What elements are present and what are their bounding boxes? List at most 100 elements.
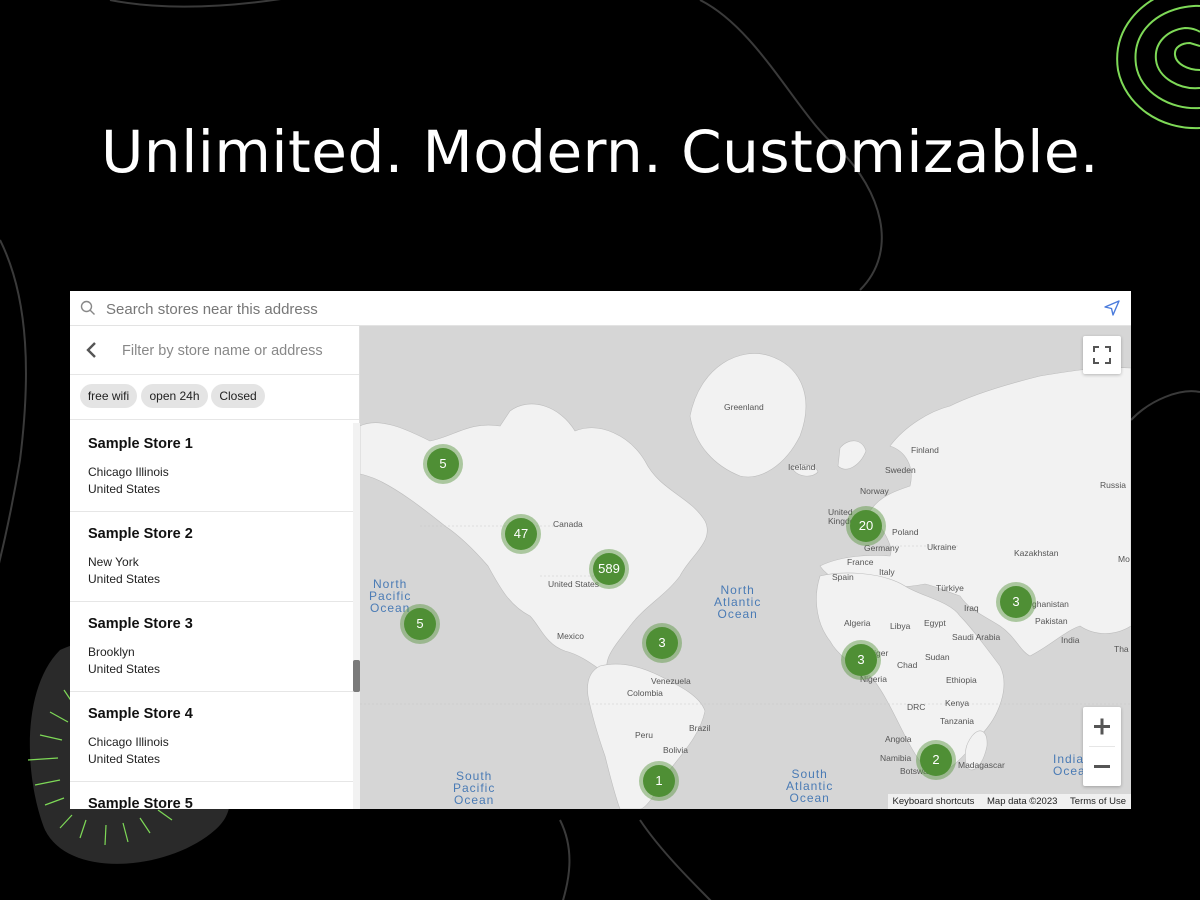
- scrollbar[interactable]: [353, 423, 360, 809]
- map-label: Poland: [892, 527, 919, 537]
- map-cluster-marker[interactable]: 3: [841, 640, 881, 680]
- map-label: Chad: [897, 660, 918, 670]
- fullscreen-icon: [1093, 346, 1111, 364]
- map-cluster-marker[interactable]: 3: [996, 582, 1036, 622]
- map-cluster-marker[interactable]: 5: [423, 444, 463, 484]
- store-name: Sample Store 1: [88, 436, 193, 452]
- map-label: Italy: [879, 567, 895, 577]
- ocean-label: South Pacific Ocean: [453, 769, 496, 807]
- map-label: Venezuela: [651, 676, 691, 686]
- filter-row: [70, 326, 359, 375]
- list-item[interactable]: Sample Store 4 Chicago Illinois United S…: [70, 693, 354, 782]
- tag-filters: free wifi open 24h Closed: [70, 374, 359, 420]
- tag-closed[interactable]: Closed: [211, 384, 265, 408]
- map-cluster-marker[interactable]: 5: [400, 604, 440, 644]
- store-name: Sample Store 3: [88, 616, 193, 632]
- map-cluster-marker[interactable]: 1: [639, 761, 679, 801]
- tag-open-24h[interactable]: open 24h: [141, 384, 208, 408]
- map-data-text: Map data ©2023: [987, 796, 1058, 807]
- chevron-left-icon[interactable]: [84, 340, 100, 360]
- ocean-label: India Ocea: [1053, 752, 1086, 778]
- map-label: Tanzania: [940, 716, 975, 726]
- cluster-count: 3: [1000, 586, 1032, 618]
- cluster-count: 3: [845, 644, 877, 676]
- store-name: Sample Store 2: [88, 526, 193, 542]
- map-label: Türkiye: [936, 583, 964, 593]
- map-label: Angola: [885, 734, 912, 744]
- map-label: Spain: [832, 572, 854, 582]
- map-label: Egypt: [924, 618, 946, 628]
- store-list-sidebar: free wifi open 24h Closed Sample Store 1…: [70, 326, 360, 809]
- zoom-in-button[interactable]: [1083, 707, 1121, 746]
- store-country: United States: [88, 662, 161, 676]
- map-label: Mo: [1118, 554, 1130, 564]
- store-city: New York: [88, 555, 139, 569]
- store-city: Chicago Illinois: [88, 735, 169, 749]
- zoom-out-button[interactable]: [1083, 747, 1121, 786]
- store-country: United States: [88, 572, 161, 586]
- cluster-count: 20: [850, 510, 882, 542]
- list-item[interactable]: Sample Store 1 Chicago Illinois United S…: [70, 423, 354, 512]
- map-label: United States: [548, 579, 600, 589]
- map-label: Libya: [890, 621, 911, 631]
- map-label: Saudi Arabia: [952, 632, 1001, 642]
- ocean-label: North Atlantic Ocean: [714, 583, 762, 621]
- ocean-label: South Atlantic Ocean: [786, 767, 834, 805]
- world-map: [360, 326, 1131, 809]
- cluster-count: 589: [593, 553, 625, 585]
- store-country: United States: [88, 752, 161, 766]
- fullscreen-button[interactable]: [1083, 336, 1121, 374]
- map-label: Greenland: [724, 402, 764, 412]
- map-label: Kenya: [945, 698, 970, 708]
- map-label: Iraq: [964, 603, 979, 613]
- tag-free-wifi[interactable]: free wifi: [80, 384, 137, 408]
- map-view[interactable]: Greenland Iceland Finland Sweden Norway …: [360, 326, 1131, 809]
- map-label: Finland: [911, 445, 939, 455]
- list-item[interactable]: Sample Store 5: [70, 783, 354, 809]
- map-label: Peru: [635, 730, 653, 740]
- cluster-count: 1: [643, 765, 675, 797]
- map-label: Tha: [1114, 644, 1129, 654]
- minus-icon: [1094, 765, 1110, 768]
- address-search-bar: [70, 291, 1131, 326]
- navigation-arrow-icon[interactable]: [1103, 299, 1121, 317]
- map-cluster-marker[interactable]: 2: [916, 740, 956, 780]
- map-label: France: [847, 557, 874, 567]
- store-city: Brooklyn: [88, 645, 135, 659]
- map-label: Sudan: [925, 652, 950, 662]
- cluster-count: 3: [646, 627, 678, 659]
- cluster-count: 47: [505, 518, 537, 550]
- address-search-input[interactable]: [104, 296, 1098, 322]
- list-item[interactable]: Sample Store 3 Brooklyn United States: [70, 603, 354, 692]
- store-filter-input[interactable]: [120, 338, 349, 364]
- map-label: Ethiopia: [946, 675, 977, 685]
- store-list: Sample Store 1 Chicago Illinois United S…: [70, 423, 354, 809]
- plus-icon: [1094, 718, 1110, 735]
- list-item[interactable]: Sample Store 2 New York United States: [70, 513, 354, 602]
- map-label: India: [1061, 635, 1080, 645]
- map-label: Russia: [1100, 480, 1126, 490]
- map-label: DRC: [907, 702, 926, 712]
- keyboard-shortcuts-link[interactable]: Keyboard shortcuts: [888, 796, 980, 807]
- map-cluster-marker[interactable]: 47: [501, 514, 541, 554]
- ocean-label: North Pacific Ocean: [369, 577, 412, 615]
- map-cluster-marker[interactable]: 3: [642, 623, 682, 663]
- map-label: Mexico: [557, 631, 584, 641]
- map-cluster-marker[interactable]: 589: [589, 549, 629, 589]
- map-label: Canada: [553, 519, 583, 529]
- scrollbar-thumb[interactable]: [353, 660, 360, 692]
- map-label: Norway: [860, 486, 889, 496]
- store-country: United States: [88, 482, 161, 496]
- map-label: Colombia: [627, 688, 663, 698]
- map-cluster-marker[interactable]: 20: [846, 506, 886, 546]
- terms-of-use-link[interactable]: Terms of Use: [1065, 796, 1131, 807]
- store-city: Chicago Illinois: [88, 465, 169, 479]
- map-label: Namibia: [880, 753, 912, 763]
- map-label: Kazakhstan: [1014, 548, 1059, 558]
- map-label: Pakistan: [1035, 616, 1068, 626]
- headline: Unlimited. Modern. Customizable.: [100, 118, 1099, 186]
- map-label: Bolivia: [663, 745, 689, 755]
- store-name: Sample Store 5: [88, 796, 193, 809]
- cluster-count: 5: [404, 608, 436, 640]
- map-label: Algeria: [844, 618, 871, 628]
